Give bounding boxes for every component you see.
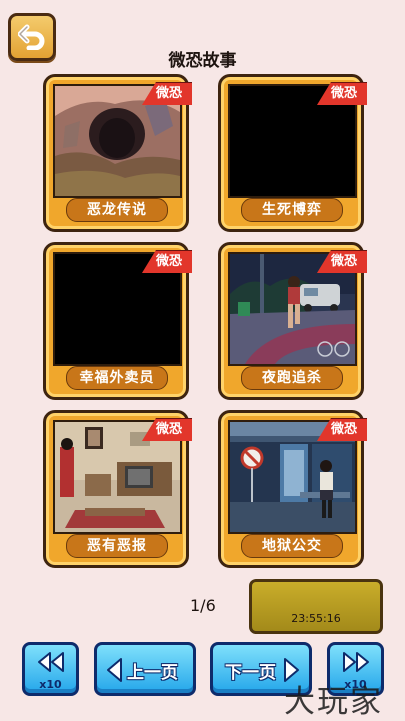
first-page-button[interactable]: x10 <box>22 642 79 696</box>
first-page-label: x10 <box>39 678 62 691</box>
story-card-4[interactable]: 微恐 夜跑追杀 <box>218 242 367 400</box>
next-page-label: 下一页 <box>225 663 276 683</box>
timer-panel[interactable]: 23:55:16 <box>249 579 383 634</box>
page-indicator: 1/6 <box>190 596 216 615</box>
double-left-arrow-icon <box>38 652 64 672</box>
prev-page-label: 上一页 <box>127 663 178 683</box>
countdown-timer: 23:55:16 <box>291 612 341 625</box>
story-title: 幸福外卖员 <box>66 366 168 390</box>
watermark: 大玩家 <box>284 684 383 720</box>
story-title: 生死博弈 <box>241 198 343 222</box>
double-right-arrow-icon <box>343 652 369 672</box>
prev-page-button[interactable]: 上一页 <box>94 642 196 696</box>
left-arrow-icon <box>107 658 122 682</box>
story-title: 恶有恶报 <box>66 534 168 558</box>
story-title: 恶龙传说 <box>66 198 168 222</box>
story-card-2[interactable]: 微恐 生死博弈 <box>218 74 367 232</box>
story-card-6[interactable]: 微恐 地狱公交 <box>218 410 367 568</box>
story-title: 夜跑追杀 <box>241 366 343 390</box>
story-title: 地狱公交 <box>241 534 343 558</box>
story-card-5[interactable]: 微恐 恶有恶报 <box>43 410 192 568</box>
story-card-1[interactable]: 微恐 恶龙传说 <box>43 74 192 232</box>
story-card-3[interactable]: 微恐 幸福外卖员 <box>43 242 192 400</box>
page-title: 微恐故事 <box>168 51 237 71</box>
